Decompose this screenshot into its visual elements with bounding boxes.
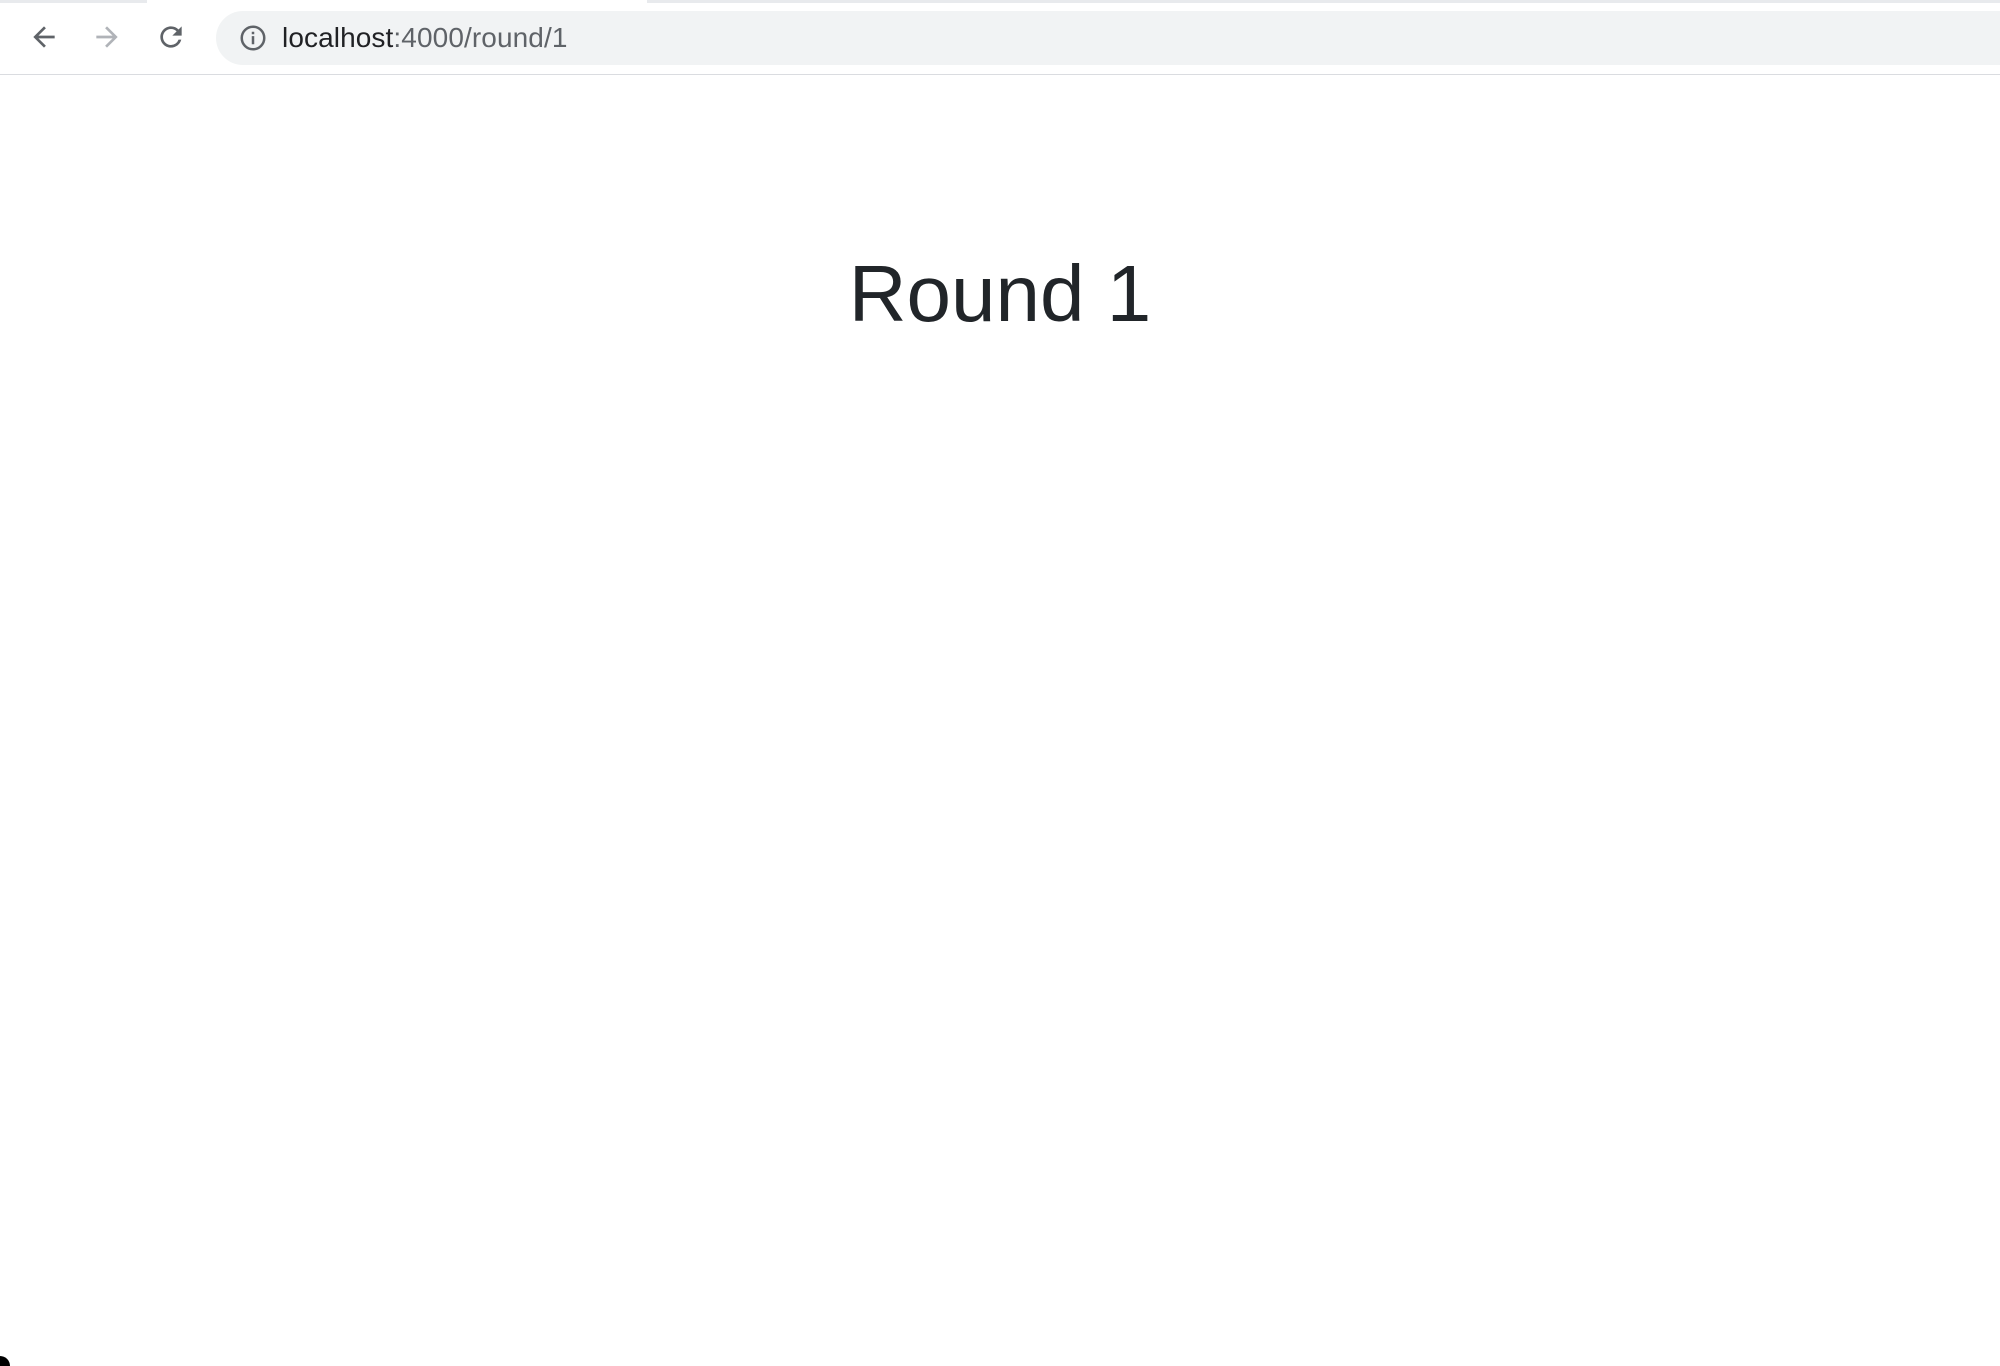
reload-icon bbox=[160, 26, 182, 48]
info-icon[interactable] bbox=[238, 23, 268, 53]
arrow-right-icon bbox=[96, 26, 118, 48]
forward-button[interactable] bbox=[84, 14, 130, 60]
page-title: Round 1 bbox=[848, 249, 1152, 338]
tab-strip bbox=[0, 0, 2000, 3]
browser-toolbar: localhost:4000/round/1 bbox=[0, 0, 2000, 75]
page-content: Round 1 bbox=[0, 76, 2000, 1366]
url-host: localhost bbox=[282, 22, 394, 53]
arrow-left-icon bbox=[33, 26, 55, 48]
reload-button[interactable] bbox=[148, 14, 194, 60]
url-text[interactable]: localhost:4000/round/1 bbox=[282, 11, 568, 65]
url-path: :4000/round/1 bbox=[393, 22, 568, 53]
active-tab-indicator bbox=[147, 0, 647, 3]
address-bar[interactable]: localhost:4000/round/1 bbox=[216, 11, 2000, 65]
back-button[interactable] bbox=[21, 14, 67, 60]
